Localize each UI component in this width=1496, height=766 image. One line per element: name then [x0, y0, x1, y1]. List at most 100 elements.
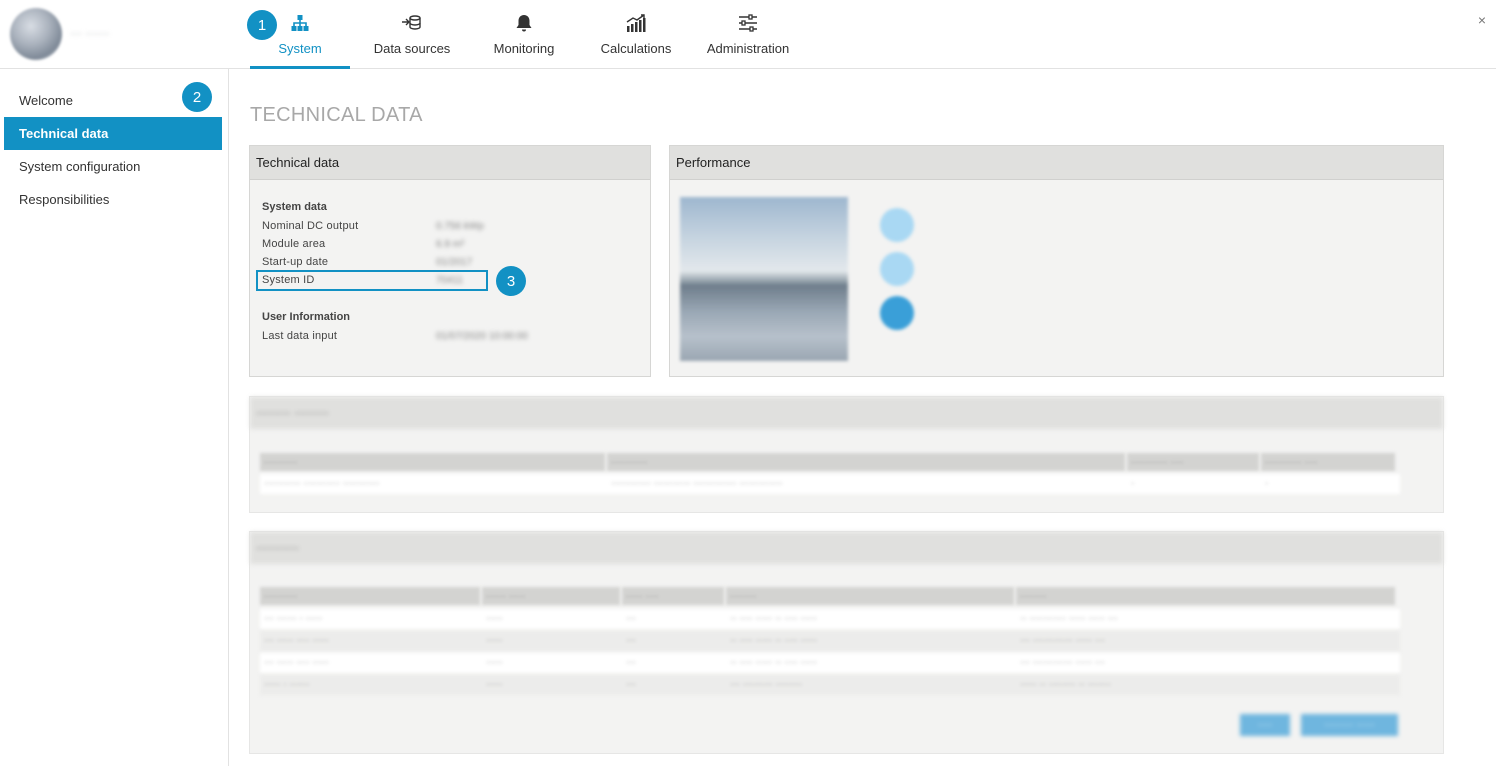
start-up-date-label: Start-up date [262, 256, 329, 268]
table-cell: ··· ············ ····· ··· [1020, 657, 1105, 668]
table-header-cell: ··········· [607, 453, 1125, 471]
table-header-cell: ·········· [260, 453, 605, 471]
last-data-input-value: 01/07/2020 10:00:00 [436, 331, 528, 342]
header-text: ·········· [264, 591, 298, 602]
header-text: ·········· [264, 457, 298, 468]
table-header-cell: ··········· ···· [1127, 453, 1259, 471]
tab-monitoring[interactable]: Monitoring [474, 0, 574, 68]
table-header-cell: ········ [726, 587, 1014, 605]
table-cell: · [1131, 478, 1135, 489]
table-cell: ·· ···· ····· ·· ···· ····· [730, 657, 818, 668]
sidebar-item-system-configuration[interactable]: System configuration [4, 150, 222, 183]
system-id-highlight [256, 270, 488, 291]
step-badge-2: 2 [182, 82, 212, 112]
table-header-cell: ··········· ···· [1261, 453, 1395, 471]
technical-data-panel: Technical data System data Nominal DC ou… [249, 145, 651, 377]
tab-data-sources[interactable]: Data sources [350, 0, 474, 68]
table-row: ····· · ······ ····· ··· ··· ········· ·… [260, 675, 1400, 695]
performance-indicator-icon [880, 252, 914, 286]
table-cell: ····· ·· ········ ·· ······· [1020, 679, 1112, 690]
table-cell: ·· ···· ····· ·· ···· ····· [730, 613, 818, 624]
sidebar-item-label: Welcome [19, 93, 73, 108]
module-area-value: 6.9 m² [436, 239, 465, 250]
sitemap-icon [288, 11, 312, 35]
performance-indicator-icon [880, 296, 914, 330]
tab-administration-label: Administration [706, 41, 790, 56]
table-cell: ··········· ··········· ··········· [264, 478, 380, 489]
chart-growth-icon [624, 11, 648, 35]
tab-calculations[interactable]: Calculations [574, 0, 698, 68]
sidebar-item-label: Technical data [19, 126, 109, 141]
step-badge-3: 3 [496, 266, 526, 296]
sliders-icon [736, 11, 760, 35]
performance-header: Performance [670, 146, 1443, 180]
tab-calculations-label: Calculations [600, 41, 672, 56]
main-nav: System Data sources Monitoring Calculati… [250, 0, 798, 69]
nominal-dc-output-label: Nominal DC output [262, 220, 359, 232]
avatar [10, 8, 62, 60]
brand[interactable]: ··· ······ [10, 8, 230, 62]
table-row: ··· ····· ···· ····· ····· ··· ·· ···· ·… [260, 653, 1400, 673]
database-import-icon [400, 11, 424, 35]
technical-data-header: Technical data [250, 146, 650, 180]
table-cell: ··· ······ · ····· [264, 613, 323, 624]
performance-panel: Performance [669, 145, 1444, 377]
step-badge-1: 1 [247, 10, 277, 40]
table-header-cell: ·········· [260, 587, 480, 605]
header-text: ··········· ···· [1131, 457, 1184, 468]
table-cell: ··· [626, 613, 636, 624]
header-text: ········ [730, 591, 757, 602]
table-cell: ··· [626, 657, 636, 668]
table-header-cell: ········ [1016, 587, 1395, 605]
table-row: ··· ······ · ····· ····· ··· ·· ···· ···… [260, 609, 1400, 629]
table-row: ··········· ··········· ··········· ····… [260, 474, 1400, 494]
table-cell: ··· [626, 679, 636, 690]
blurred-panel-2: ·········· ·········· ······ ····· ·····… [249, 531, 1444, 754]
table-cell: ····· · ······ [264, 679, 310, 690]
table-cell: · [1265, 478, 1269, 489]
table-row: ··· ····· ···· ····· ····· ··· ·· ···· ·… [260, 631, 1400, 651]
table-cell: ····· [486, 657, 503, 668]
header-text: ········ [1020, 591, 1047, 602]
table-cell: ············ ··········· ············· ·… [611, 478, 783, 489]
last-data-input-label: Last data input [262, 330, 338, 342]
header-text: ····· ···· [626, 591, 659, 602]
system-photo [680, 197, 848, 361]
sidebar-item-technical-data[interactable]: Technical data [4, 117, 222, 150]
system-data-title: System data [262, 201, 327, 213]
tab-monitoring-label: Monitoring [493, 41, 555, 56]
tab-administration[interactable]: Administration [698, 0, 798, 68]
user-information-title: User Information [262, 311, 351, 323]
table-cell: ····· [486, 613, 503, 624]
blurred-action-button[interactable]: ···· [1240, 714, 1290, 736]
module-area-label: Module area [262, 238, 326, 250]
blurred-action-button[interactable]: ········ ····· [1301, 714, 1398, 736]
table-cell: ··· ············ ····· ··· [1020, 635, 1105, 646]
table-cell: ····· [486, 635, 503, 646]
table-cell: ····· [486, 679, 503, 690]
performance-indicator-icon [880, 208, 914, 242]
sidebar: Welcome Technical data System configurat… [0, 69, 229, 766]
page-title: TECHNICAL DATA [250, 104, 423, 126]
top-header: ··· ······ System Data sources Monitorin… [0, 0, 1496, 69]
nominal-dc-output-value: 0.756 kWp [436, 221, 484, 232]
table-cell: ·· ···· ····· ·· ···· ····· [730, 635, 818, 646]
header-text: ··········· ···· [1265, 457, 1318, 468]
table-header-cell: ······ ····· [482, 587, 620, 605]
tab-system-label: System [278, 41, 322, 56]
sidebar-item-label: Responsibilities [19, 192, 110, 207]
start-up-date-value: 01/2017 [436, 257, 473, 268]
table-cell: ··· ····· ···· ····· [264, 657, 329, 668]
header-text: ······ ····· [486, 591, 526, 602]
close-icon[interactable]: × [1478, 12, 1486, 28]
table-cell: ··· [626, 635, 636, 646]
blurred-panel-1: ········ ········ ·········· ···········… [249, 396, 1444, 513]
table-cell: ··· ········· ········ [730, 679, 803, 690]
table-cell: ··· ····· ···· ····· [264, 635, 329, 646]
blurred-panel-2-header: ·········· [250, 532, 1443, 564]
tab-data-sources-label: Data sources [373, 41, 451, 56]
brand-name: ··· ······ [70, 26, 110, 40]
blurred-panel-1-header: ········ ········ [250, 397, 1443, 429]
sidebar-item-responsibilities[interactable]: Responsibilities [4, 183, 222, 216]
bell-icon [512, 11, 536, 35]
